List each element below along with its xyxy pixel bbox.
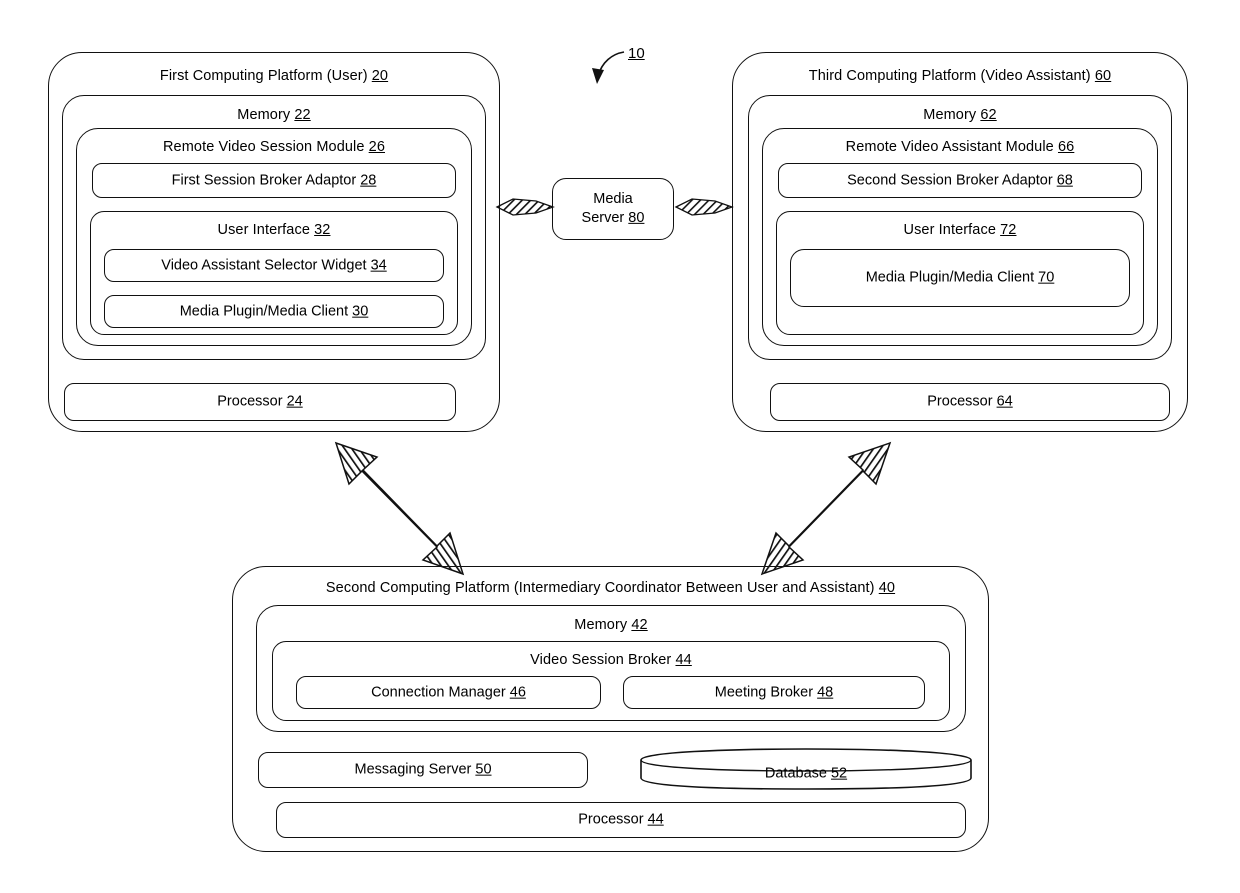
media-server-text: Media Server 80: [553, 190, 673, 228]
patent-figure: 10 First Computing Platform (User) 20 Me…: [0, 0, 1240, 893]
meeting-broker-text: Meeting Broker 48: [624, 684, 924, 701]
media-server: Media Server 80: [552, 178, 674, 240]
connection-manager-number: 46: [509, 684, 526, 701]
user-interface-72-label: User Interface: [903, 222, 996, 238]
first-platform-processor: Processor 24: [64, 383, 456, 421]
processor-44-label: Processor: [578, 811, 644, 828]
third-platform-number: 60: [1094, 68, 1112, 84]
processor-64-number: 64: [996, 393, 1013, 410]
figure-leader-line: [592, 51, 625, 84]
processor-64-text: Processor 64: [771, 394, 1169, 411]
processor-24-text: Processor 24: [65, 394, 455, 411]
user-interface-32-title: User Interface 32: [91, 223, 457, 238]
media-plugin-70-label: Media Plugin/Media Client: [865, 269, 1035, 286]
media-plugin-30-text: Media Plugin/Media Client 30: [105, 303, 443, 320]
module-26-label: Remote Video Session Module: [162, 139, 365, 155]
database-text: Database 52: [638, 766, 974, 783]
messaging-server-text: Messaging Server 50: [259, 762, 587, 779]
media-plugin-30-label: Media Plugin/Media Client: [179, 303, 349, 320]
second-platform-processor: Processor 44: [276, 802, 966, 838]
adaptor-68-number: 68: [1056, 172, 1073, 189]
second-platform-memory-title: Memory 42: [257, 618, 965, 633]
messaging-server: Messaging Server 50: [258, 752, 588, 788]
arrow-media-server-to-third-platform: [674, 198, 734, 216]
first-computing-platform-title: First Computing Platform (User) 20: [49, 69, 499, 84]
memory-42-number: 42: [631, 617, 648, 633]
third-platform-processor: Processor 64: [770, 383, 1170, 421]
processor-44-text: Processor 44: [277, 812, 965, 829]
memory-62-label: Memory: [923, 107, 977, 123]
media-server-line2: Server: [581, 210, 625, 226]
memory-22-number: 22: [294, 107, 311, 123]
meeting-broker-label: Meeting Broker: [714, 684, 814, 701]
connection-manager-text: Connection Manager 46: [297, 684, 600, 701]
first-platform-media-plugin: Media Plugin/Media Client 30: [104, 295, 444, 328]
first-platform-memory-title: Memory 22: [63, 108, 485, 123]
media-server-line1: Media: [593, 190, 633, 207]
second-session-broker-adaptor: Second Session Broker Adaptor 68: [778, 163, 1142, 198]
third-platform-media-plugin: Media Plugin/Media Client 70: [790, 249, 1130, 307]
module-66-label: Remote Video Assistant Module: [845, 139, 1054, 155]
widget-34-number: 34: [370, 257, 387, 274]
widget-34-label: Video Assistant Selector Widget: [161, 257, 367, 274]
media-plugin-70-text: Media Plugin/Media Client 70: [791, 270, 1129, 287]
first-session-broker-adaptor: First Session Broker Adaptor 28: [92, 163, 456, 198]
remote-video-assistant-module-title: Remote Video Assistant Module 66: [763, 140, 1157, 155]
media-plugin-70-number: 70: [1038, 269, 1055, 286]
second-computing-platform-title: Second Computing Platform (Intermediary …: [233, 581, 988, 596]
processor-24-label: Processor: [217, 393, 283, 410]
adaptor-68-text: Second Session Broker Adaptor 68: [779, 172, 1141, 189]
user-interface-32-label: User Interface: [217, 222, 310, 238]
widget-34-text: Video Assistant Selector Widget 34: [105, 257, 443, 274]
module-66-number: 66: [1057, 139, 1075, 155]
video-assistant-selector-widget: Video Assistant Selector Widget 34: [104, 249, 444, 282]
messaging-server-label: Messaging Server: [354, 761, 472, 778]
adaptor-28-text: First Session Broker Adaptor 28: [93, 172, 455, 189]
second-platform-number: 40: [878, 580, 896, 596]
third-platform-label: Third Computing Platform (Video Assistan…: [808, 68, 1091, 84]
remote-video-session-module-title: Remote Video Session Module 26: [77, 140, 471, 155]
arrow-third-platform-to-second-platform: [760, 441, 892, 576]
media-plugin-30-number: 30: [352, 303, 369, 320]
second-platform-label: Second Computing Platform (Intermediary …: [325, 580, 875, 596]
database-label: Database: [764, 765, 827, 782]
broker-44-number: 44: [675, 652, 692, 668]
database-number: 52: [830, 765, 848, 782]
video-session-broker-title: Video Session Broker 44: [273, 653, 949, 668]
third-computing-platform-title: Third Computing Platform (Video Assistan…: [733, 69, 1187, 84]
arrow-first-platform-to-second-platform: [334, 441, 465, 576]
broker-44-label: Video Session Broker: [530, 652, 672, 668]
first-platform-number: 20: [371, 68, 389, 84]
meeting-broker: Meeting Broker 48: [623, 676, 925, 709]
connection-manager: Connection Manager 46: [296, 676, 601, 709]
processor-24-number: 24: [286, 393, 303, 410]
media-server-number: 80: [628, 210, 645, 226]
user-interface-72-number: 72: [1000, 222, 1017, 238]
memory-42-label: Memory: [574, 617, 628, 633]
adaptor-28-label: First Session Broker Adaptor: [171, 172, 357, 189]
processor-64-label: Processor: [927, 393, 993, 410]
first-platform-label: First Computing Platform (User): [159, 68, 368, 84]
figure-reference-numeral: 10: [628, 45, 645, 62]
connection-manager-label: Connection Manager: [371, 684, 506, 701]
arrow-first-platform-to-media-server: [495, 198, 555, 216]
adaptor-68-label: Second Session Broker Adaptor: [847, 172, 1053, 189]
module-26-number: 26: [368, 139, 385, 155]
memory-22-label: Memory: [237, 107, 291, 123]
meeting-broker-number: 48: [817, 684, 834, 701]
memory-62-number: 62: [980, 107, 997, 123]
database-cylinder: Database 52: [638, 748, 974, 790]
third-platform-memory-title: Memory 62: [749, 108, 1171, 123]
processor-44-number: 44: [647, 811, 664, 828]
user-interface-72-title: User Interface 72: [777, 223, 1143, 238]
adaptor-28-number: 28: [360, 172, 377, 189]
messaging-server-number: 50: [475, 761, 492, 778]
user-interface-32-number: 32: [314, 222, 331, 238]
